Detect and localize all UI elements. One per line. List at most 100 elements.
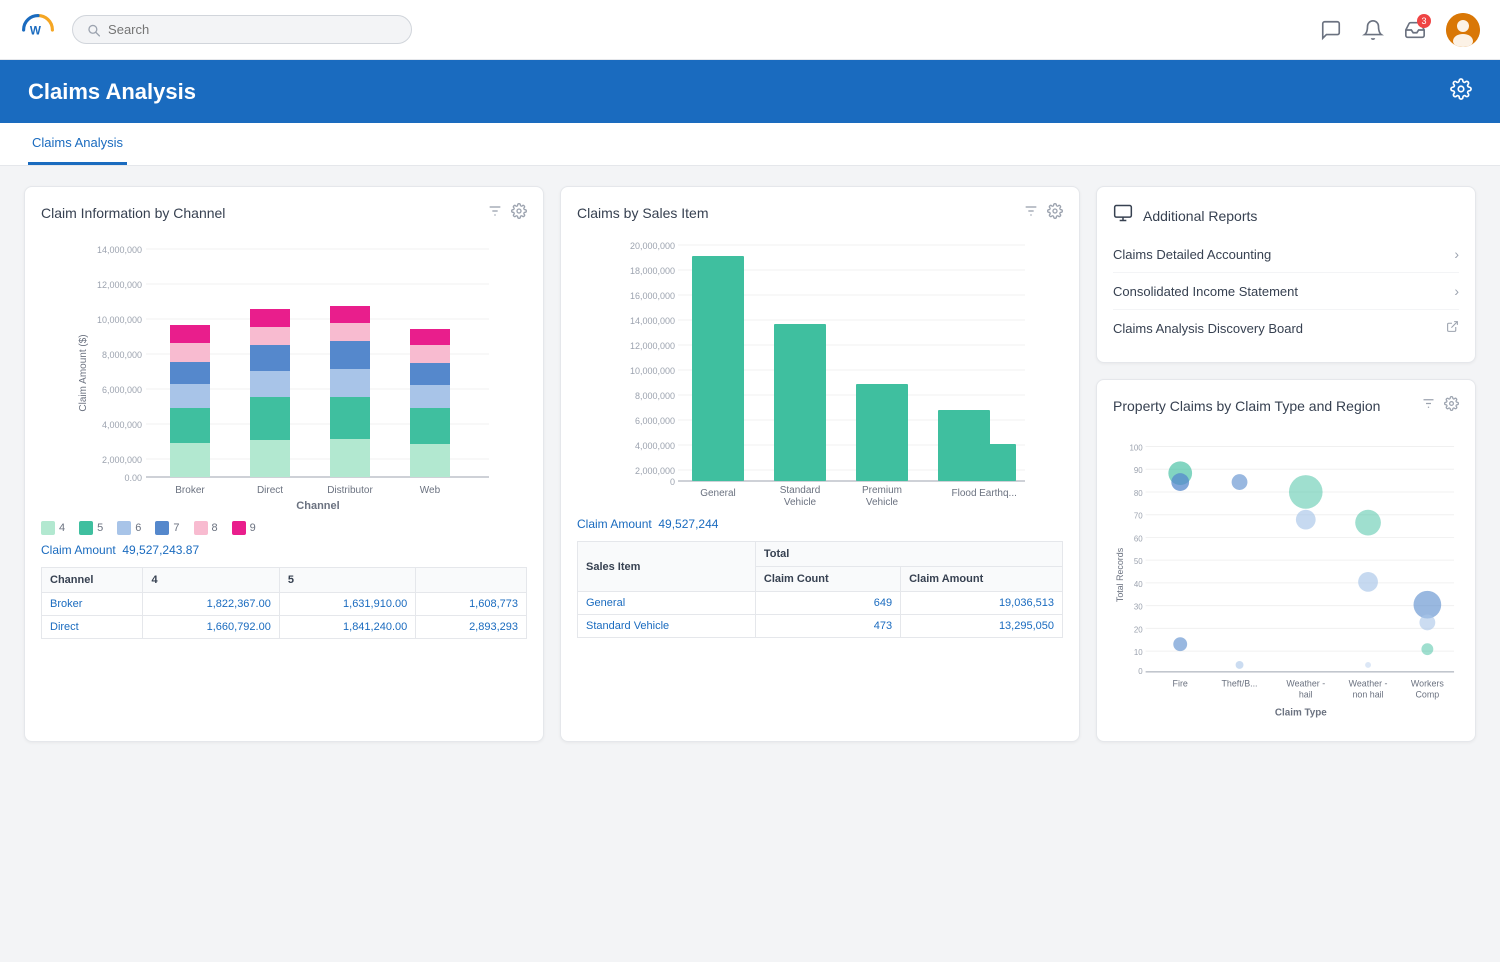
page-title: Claims Analysis [28, 79, 196, 105]
bubble-chart-svg: Total Records 100 90 80 70 60 50 40 30 2… [1113, 425, 1459, 725]
chevron-icon-1: › [1454, 246, 1459, 262]
report-item-2[interactable]: Consolidated Income Statement › [1113, 273, 1459, 310]
svg-text:4,000,000: 4,000,000 [635, 441, 675, 451]
chart1-table: Channel 4 5 Broker 1,822,367.00 1,631,91… [41, 567, 527, 639]
svg-text:Weather -: Weather - [1286, 679, 1325, 689]
svg-text:Fire: Fire [1173, 679, 1188, 689]
card-title-3: Property Claims by Claim Type and Region [1113, 398, 1380, 414]
card-title-2: Claims by Sales Item [577, 205, 708, 221]
svg-text:Flood: Flood [951, 488, 976, 499]
legend-item-5: 5 [79, 521, 103, 535]
svg-text:10,000,000: 10,000,000 [97, 315, 142, 325]
additional-reports-title: Additional Reports [1143, 208, 1257, 224]
th-extra [416, 568, 527, 593]
svg-text:Premium: Premium [862, 485, 902, 496]
report-item-3[interactable]: Claims Analysis Discovery Board [1113, 310, 1459, 346]
svg-text:Web: Web [420, 485, 441, 496]
broker-link[interactable]: Broker [42, 593, 143, 616]
legend-item-6: 6 [117, 521, 141, 535]
svg-text:Distributor: Distributor [327, 485, 373, 496]
th-4: 4 [143, 568, 279, 593]
logo: W [20, 12, 56, 48]
legend-item-4: 4 [41, 521, 65, 535]
main-content: Claim Information by Channel Claim Amoun… [0, 166, 1500, 762]
gear-icon-3[interactable] [1444, 396, 1459, 415]
svg-text:Standard: Standard [780, 485, 821, 496]
card-icons-1 [487, 203, 527, 223]
svg-text:Total Records: Total Records [1115, 547, 1125, 602]
notification-icon[interactable] [1362, 19, 1384, 41]
svg-text:General: General [700, 488, 736, 499]
bar-chart-svg-2: 20,000,000 18,000,000 16,000,000 14,000,… [577, 233, 1063, 513]
report-name-2: Consolidated Income Statement [1113, 284, 1298, 299]
svg-text:30: 30 [1134, 603, 1143, 612]
card-header-3: Property Claims by Claim Type and Region [1113, 396, 1459, 415]
user-avatar[interactable] [1446, 13, 1480, 47]
chart2-total: Claim Amount 49,527,244 [577, 517, 1063, 531]
filter-icon-2[interactable] [1023, 203, 1039, 223]
chart1-legend: 4 5 6 7 8 9 [41, 521, 527, 535]
svg-text:100: 100 [1129, 443, 1143, 452]
chat-icon[interactable] [1320, 19, 1342, 41]
svg-text:0: 0 [1138, 667, 1143, 676]
report-name-1: Claims Detailed Accounting [1113, 247, 1271, 262]
svg-text:Vehicle: Vehicle [784, 497, 817, 508]
card-title-1: Claim Information by Channel [41, 205, 225, 221]
claims-by-sales-card: Claims by Sales Item 20,000,000 18,000,0… [560, 186, 1080, 742]
inbox-icon[interactable]: 3 [1404, 19, 1426, 41]
svg-text:50: 50 [1134, 557, 1143, 566]
top-nav: W 3 [0, 0, 1500, 60]
svg-text:Claim Type: Claim Type [1275, 707, 1327, 718]
gear-icon-2[interactable] [1047, 203, 1063, 223]
svg-text:Weather -: Weather - [1349, 679, 1388, 689]
legend-item-9: 9 [232, 521, 256, 535]
filter-icon-3[interactable] [1421, 396, 1436, 415]
svg-text:70: 70 [1134, 512, 1143, 521]
filter-icon-1[interactable] [487, 203, 503, 223]
th-claim-amount: Claim Amount [901, 567, 1063, 592]
svg-text:2,000,000: 2,000,000 [102, 455, 142, 465]
svg-text:Earthq...: Earthq... [979, 488, 1017, 499]
report-item-1[interactable]: Claims Detailed Accounting › [1113, 236, 1459, 273]
svg-text:4,000,000: 4,000,000 [102, 420, 142, 430]
svg-text:20,000,000: 20,000,000 [630, 241, 675, 251]
card-icons-2 [1023, 203, 1063, 223]
general-link[interactable]: General [578, 592, 756, 615]
svg-text:Channel: Channel [296, 500, 339, 512]
svg-text:0.00: 0.00 [124, 473, 142, 483]
chevron-icon-2: › [1454, 283, 1459, 299]
chart1-total: Claim Amount 49,527,243.87 [41, 543, 527, 557]
svg-text:Broker: Broker [175, 485, 205, 496]
card-header-1: Claim Information by Channel [41, 203, 527, 223]
standard-vehicle-link[interactable]: Standard Vehicle [578, 615, 756, 638]
direct-link[interactable]: Direct [42, 616, 143, 639]
th-total: Total [755, 542, 1062, 567]
tab-claims-analysis[interactable]: Claims Analysis [28, 123, 127, 165]
svg-text:12,000,000: 12,000,000 [630, 341, 675, 351]
search-bar[interactable] [72, 15, 412, 44]
legend-item-8: 8 [194, 521, 218, 535]
page-header: Claims Analysis [0, 60, 1500, 123]
gear-icon-1[interactable] [511, 203, 527, 223]
additional-reports-card: Additional Reports Claims Detailed Accou… [1096, 186, 1476, 363]
svg-text:Direct: Direct [257, 485, 283, 496]
search-input[interactable] [108, 22, 397, 37]
external-link-icon-3 [1446, 320, 1459, 336]
svg-text:14,000,000: 14,000,000 [630, 316, 675, 326]
svg-text:10: 10 [1134, 648, 1143, 657]
search-icon [87, 23, 100, 37]
inbox-badge: 3 [1417, 14, 1431, 28]
card-icons-3 [1421, 396, 1459, 415]
svg-text:Vehicle: Vehicle [866, 497, 899, 508]
table-row: Direct 1,660,792.00 1,841,240.00 2,893,2… [42, 616, 527, 639]
right-panel: Additional Reports Claims Detailed Accou… [1096, 186, 1476, 742]
th-claim-count: Claim Count [755, 567, 900, 592]
svg-text:8,000,000: 8,000,000 [102, 350, 142, 360]
svg-text:60: 60 [1134, 534, 1143, 543]
tab-bar: Claims Analysis [0, 123, 1500, 166]
settings-icon[interactable] [1450, 78, 1472, 105]
svg-text:20: 20 [1134, 625, 1143, 634]
th-5: 5 [279, 568, 415, 593]
svg-text:18,000,000: 18,000,000 [630, 266, 675, 276]
additional-reports-header: Additional Reports [1113, 203, 1459, 228]
